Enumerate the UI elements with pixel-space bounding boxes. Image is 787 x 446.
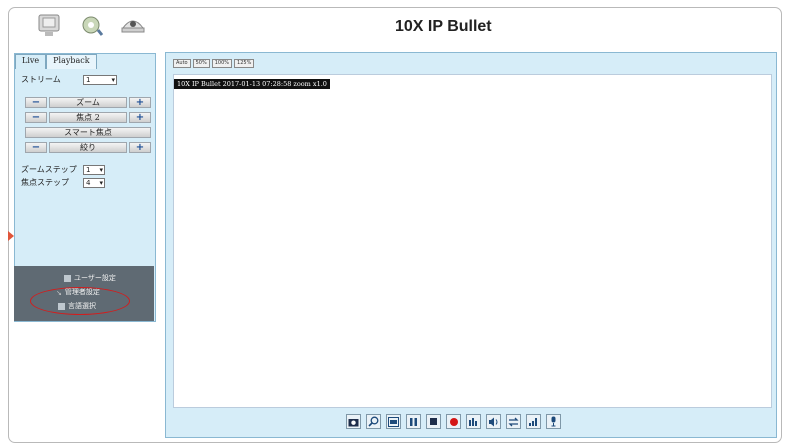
video-view[interactable]: 10X IP Bullet 2017-01-13 07:28:58 zoom x… [173, 74, 772, 408]
transfer-icon[interactable] [506, 414, 521, 429]
snapshot-icon[interactable] [346, 414, 361, 429]
record-icon[interactable] [446, 414, 461, 429]
digital-zoom-icon[interactable] [366, 414, 381, 429]
chevron-down-icon: ▾ [111, 76, 115, 84]
view-mode-icon[interactable] [386, 414, 401, 429]
focus-step-label: 焦点ステップ [21, 178, 69, 187]
size-125-button[interactable]: 125% [234, 59, 255, 68]
highlight-circle [30, 287, 130, 315]
focus-label-button[interactable]: 焦点 2 [49, 112, 127, 123]
page-title: 10X IP Bullet [395, 18, 492, 35]
stream-select[interactable]: 1 ▾ [83, 75, 117, 85]
video-osd-text: 10X IP Bullet 2017-01-13 07:28:58 zoom x… [174, 79, 330, 89]
size-50-button[interactable]: 50% [192, 59, 210, 68]
iris-label-button[interactable]: 絞り [49, 142, 127, 153]
focus-plus-button[interactable]: + [129, 112, 151, 123]
signal-icon[interactable] [526, 414, 541, 429]
zoom-label-button[interactable]: ズーム [49, 97, 127, 108]
settings-gear-icon[interactable] [78, 12, 104, 38]
size-buttons: Auto 50% 100% 125% [173, 59, 255, 68]
smart-focus-button[interactable]: スマート焦点 [25, 127, 151, 138]
microphone-icon[interactable] [546, 414, 561, 429]
size-auto-button[interactable]: Auto [173, 59, 191, 68]
audio-icon[interactable] [466, 414, 481, 429]
iris-controls: − 絞り + [25, 142, 151, 153]
menu-item-user-settings[interactable]: ユーザー設定 [64, 273, 116, 283]
tab-live[interactable]: Live [15, 54, 47, 69]
focus-step-value: 4 [86, 179, 91, 187]
speaker-icon[interactable] [486, 414, 501, 429]
user-settings-icon [64, 274, 71, 282]
focus-controls: − 焦点 2 + [25, 112, 151, 123]
iris-minus-button[interactable]: − [25, 142, 47, 153]
size-100-button[interactable]: 100% [211, 59, 233, 68]
stop-icon[interactable] [426, 414, 441, 429]
video-toolbar [346, 414, 561, 429]
tab-playback[interactable]: Playback [46, 54, 97, 69]
chevron-down-icon: ▾ [99, 179, 103, 187]
tab-bar: Live Playback [15, 54, 97, 69]
focus-step-select[interactable]: 4 ▾ [83, 178, 105, 188]
zoom-controls: − ズーム + [25, 97, 151, 108]
dome-camera-icon[interactable] [120, 12, 146, 38]
menu-item-label: ユーザー設定 [74, 274, 116, 282]
zoom-in-button[interactable]: + [129, 97, 151, 108]
video-panel: Auto 50% 100% 125% 10X IP Bullet 2017-01… [165, 52, 777, 438]
header-icons [36, 12, 146, 38]
zoom-out-button[interactable]: − [25, 97, 47, 108]
stream-label: ストリーム [21, 75, 61, 84]
smart-focus-row: スマート焦点 [25, 127, 151, 138]
pause-icon[interactable] [406, 414, 421, 429]
camera-monitor-icon[interactable] [36, 12, 62, 38]
focus-minus-button[interactable]: − [25, 112, 47, 123]
panel-collapse-arrow-icon[interactable] [8, 231, 14, 241]
stream-value: 1 [86, 76, 91, 84]
zoom-step-select[interactable]: 1 ▾ [83, 165, 105, 175]
chevron-down-icon: ▾ [99, 166, 103, 174]
zoom-step-label: ズームステップ [21, 165, 77, 174]
zoom-step-value: 1 [86, 166, 91, 174]
iris-plus-button[interactable]: + [129, 142, 151, 153]
